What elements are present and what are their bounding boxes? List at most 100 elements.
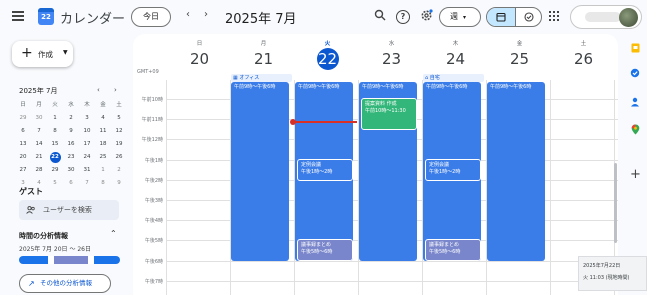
mini-day[interactable]: 1 (95, 164, 111, 177)
mini-day[interactable]: 23 (63, 151, 79, 164)
mini-day[interactable]: 12 (111, 125, 127, 138)
calendar-view-icon[interactable] (487, 8, 515, 26)
event-regular-meeting-thu[interactable]: 定例会議 午後1時〜2時 (425, 159, 481, 181)
mini-day[interactable]: 30 (31, 112, 47, 125)
mini-prev-icon[interactable]: ‹ (97, 86, 100, 94)
mini-day[interactable]: 20 (15, 151, 31, 164)
prev-week-button[interactable]: ‹ (186, 9, 190, 20)
mini-day[interactable]: 15 (47, 138, 63, 151)
add-icon[interactable]: + (630, 168, 641, 181)
mini-day[interactable]: 9 (63, 125, 79, 138)
day-number[interactable]: 22 (316, 48, 339, 70)
day-number[interactable]: 23 (360, 49, 423, 69)
day-number[interactable]: 26 (552, 49, 615, 69)
event-friday-work[interactable]: 午前9時〜午後6時 (487, 82, 545, 261)
guest-search-input[interactable]: ユーザーを検索 (19, 200, 119, 220)
account-chip[interactable] (570, 5, 642, 29)
day-header[interactable]: 土 26 (552, 39, 615, 69)
mini-day[interactable]: 9 (111, 177, 127, 190)
mini-day[interactable]: 14 (31, 138, 47, 151)
mini-day[interactable]: 27 (15, 164, 31, 177)
calendar-app: 22 カレンダー 今日 ‹ › 2025年 7月 ? 週 ▾ + 作成 ▼ 20… (0, 0, 647, 295)
mini-day-number: 5 (53, 180, 57, 186)
mini-day[interactable]: 29 (15, 112, 31, 125)
day-number[interactable]: 20 (168, 49, 231, 69)
maps-icon[interactable] (630, 124, 640, 135)
event-monday-work[interactable]: 午前9時〜午後6時 (231, 82, 289, 261)
mini-day[interactable]: 5 (47, 177, 63, 190)
day-header[interactable]: 月 21 (232, 39, 295, 69)
mini-day[interactable]: 30 (63, 164, 79, 177)
calendar-logo-icon[interactable]: 22 (38, 8, 54, 25)
allday-office-chip[interactable]: ▦ オフィス (231, 74, 292, 82)
day-header[interactable]: 水 23 (360, 39, 423, 69)
mini-day[interactable]: 6 (15, 125, 31, 138)
mini-day[interactable]: 4 (95, 112, 111, 125)
mini-day[interactable]: 16 (63, 138, 79, 151)
mini-day[interactable]: 25 (95, 151, 111, 164)
day-header[interactable]: 金 25 (488, 39, 551, 69)
day-number[interactable]: 24 (424, 49, 487, 69)
next-week-button[interactable]: › (204, 9, 208, 20)
day-header[interactable]: 木 24 (424, 39, 487, 69)
mini-day[interactable]: 22 (47, 151, 63, 164)
mini-day[interactable]: 7 (31, 125, 47, 138)
event-regular-meeting-tue[interactable]: 定例会議 午後1時〜2時 (297, 159, 353, 181)
view-select[interactable]: 週 ▾ (439, 7, 481, 27)
mini-day[interactable]: 10 (79, 125, 95, 138)
help-icon[interactable]: ? (396, 10, 410, 24)
contacts-icon[interactable] (630, 97, 640, 107)
day-number[interactable]: 25 (488, 49, 551, 69)
tasks-view-icon[interactable] (515, 8, 541, 26)
avatar[interactable] (619, 8, 638, 27)
chevron-up-icon[interactable]: ⌃ (110, 229, 117, 238)
mini-day[interactable]: 31 (79, 164, 95, 177)
today-button[interactable]: 今日 (131, 7, 171, 27)
mini-day[interactable]: 17 (79, 138, 95, 151)
mini-weekday: 金 (100, 102, 106, 108)
mini-day[interactable]: 26 (111, 151, 127, 164)
allday-home-chip[interactable]: ⌂ 自宅 (423, 74, 484, 82)
keep-icon[interactable] (630, 43, 640, 53)
mini-day[interactable]: 29 (47, 164, 63, 177)
mini-day[interactable]: 13 (15, 138, 31, 151)
tooltip-date: 2025年7月22日 (583, 263, 621, 269)
apps-icon[interactable] (549, 11, 559, 21)
day-name: 木 (452, 41, 459, 47)
tasks-icon[interactable] (630, 68, 640, 78)
event-minutes-tue[interactable]: 議事録まとめ 午後5時〜6時 (297, 239, 353, 261)
mini-day[interactable]: 7 (79, 177, 95, 190)
mini-day-number: 21 (35, 154, 43, 160)
mini-day[interactable]: 8 (95, 177, 111, 190)
mini-day[interactable]: 18 (95, 138, 111, 151)
mini-day[interactable]: 11 (95, 125, 111, 138)
mini-day[interactable]: 19 (111, 138, 127, 151)
mini-day[interactable]: 3 (79, 112, 95, 125)
search-icon[interactable] (373, 9, 387, 23)
event-minutes-thu[interactable]: 議事録まとめ 午後5時〜6時 (425, 239, 481, 261)
mini-day[interactable]: 21 (31, 151, 47, 164)
mini-day[interactable]: 28 (31, 164, 47, 177)
create-button[interactable]: + 作成 ▼ (12, 41, 73, 67)
chevron-down-icon: ▾ (463, 14, 467, 21)
day-header[interactable]: 日 20 (168, 39, 231, 69)
settings-icon[interactable] (419, 9, 433, 23)
mini-day[interactable]: 5 (111, 112, 127, 125)
more-insights-button[interactable]: ↗ その他の分析情報 (19, 274, 111, 293)
event-proposal-draft[interactable]: 提案資料 作成 午前10時〜11:30 (361, 98, 417, 130)
mini-day[interactable]: 24 (79, 151, 95, 164)
mini-day[interactable]: 8 (47, 125, 63, 138)
scrollbar-thumb[interactable] (614, 163, 617, 243)
day-number[interactable]: 21 (232, 49, 295, 69)
event-time: 午後5時〜6時 (301, 248, 333, 255)
mini-day[interactable]: 6 (63, 177, 79, 190)
mini-day-number: 9 (117, 180, 121, 186)
mini-day[interactable]: 2 (111, 164, 127, 177)
mini-day-number: 3 (85, 115, 89, 121)
mini-next-icon[interactable]: › (114, 86, 117, 94)
mini-day-number: 15 (51, 141, 59, 147)
day-header[interactable]: 火 22 (296, 39, 359, 70)
menu-icon[interactable] (12, 11, 24, 21)
mini-day[interactable]: 2 (63, 112, 79, 125)
mini-day[interactable]: 1 (47, 112, 63, 125)
